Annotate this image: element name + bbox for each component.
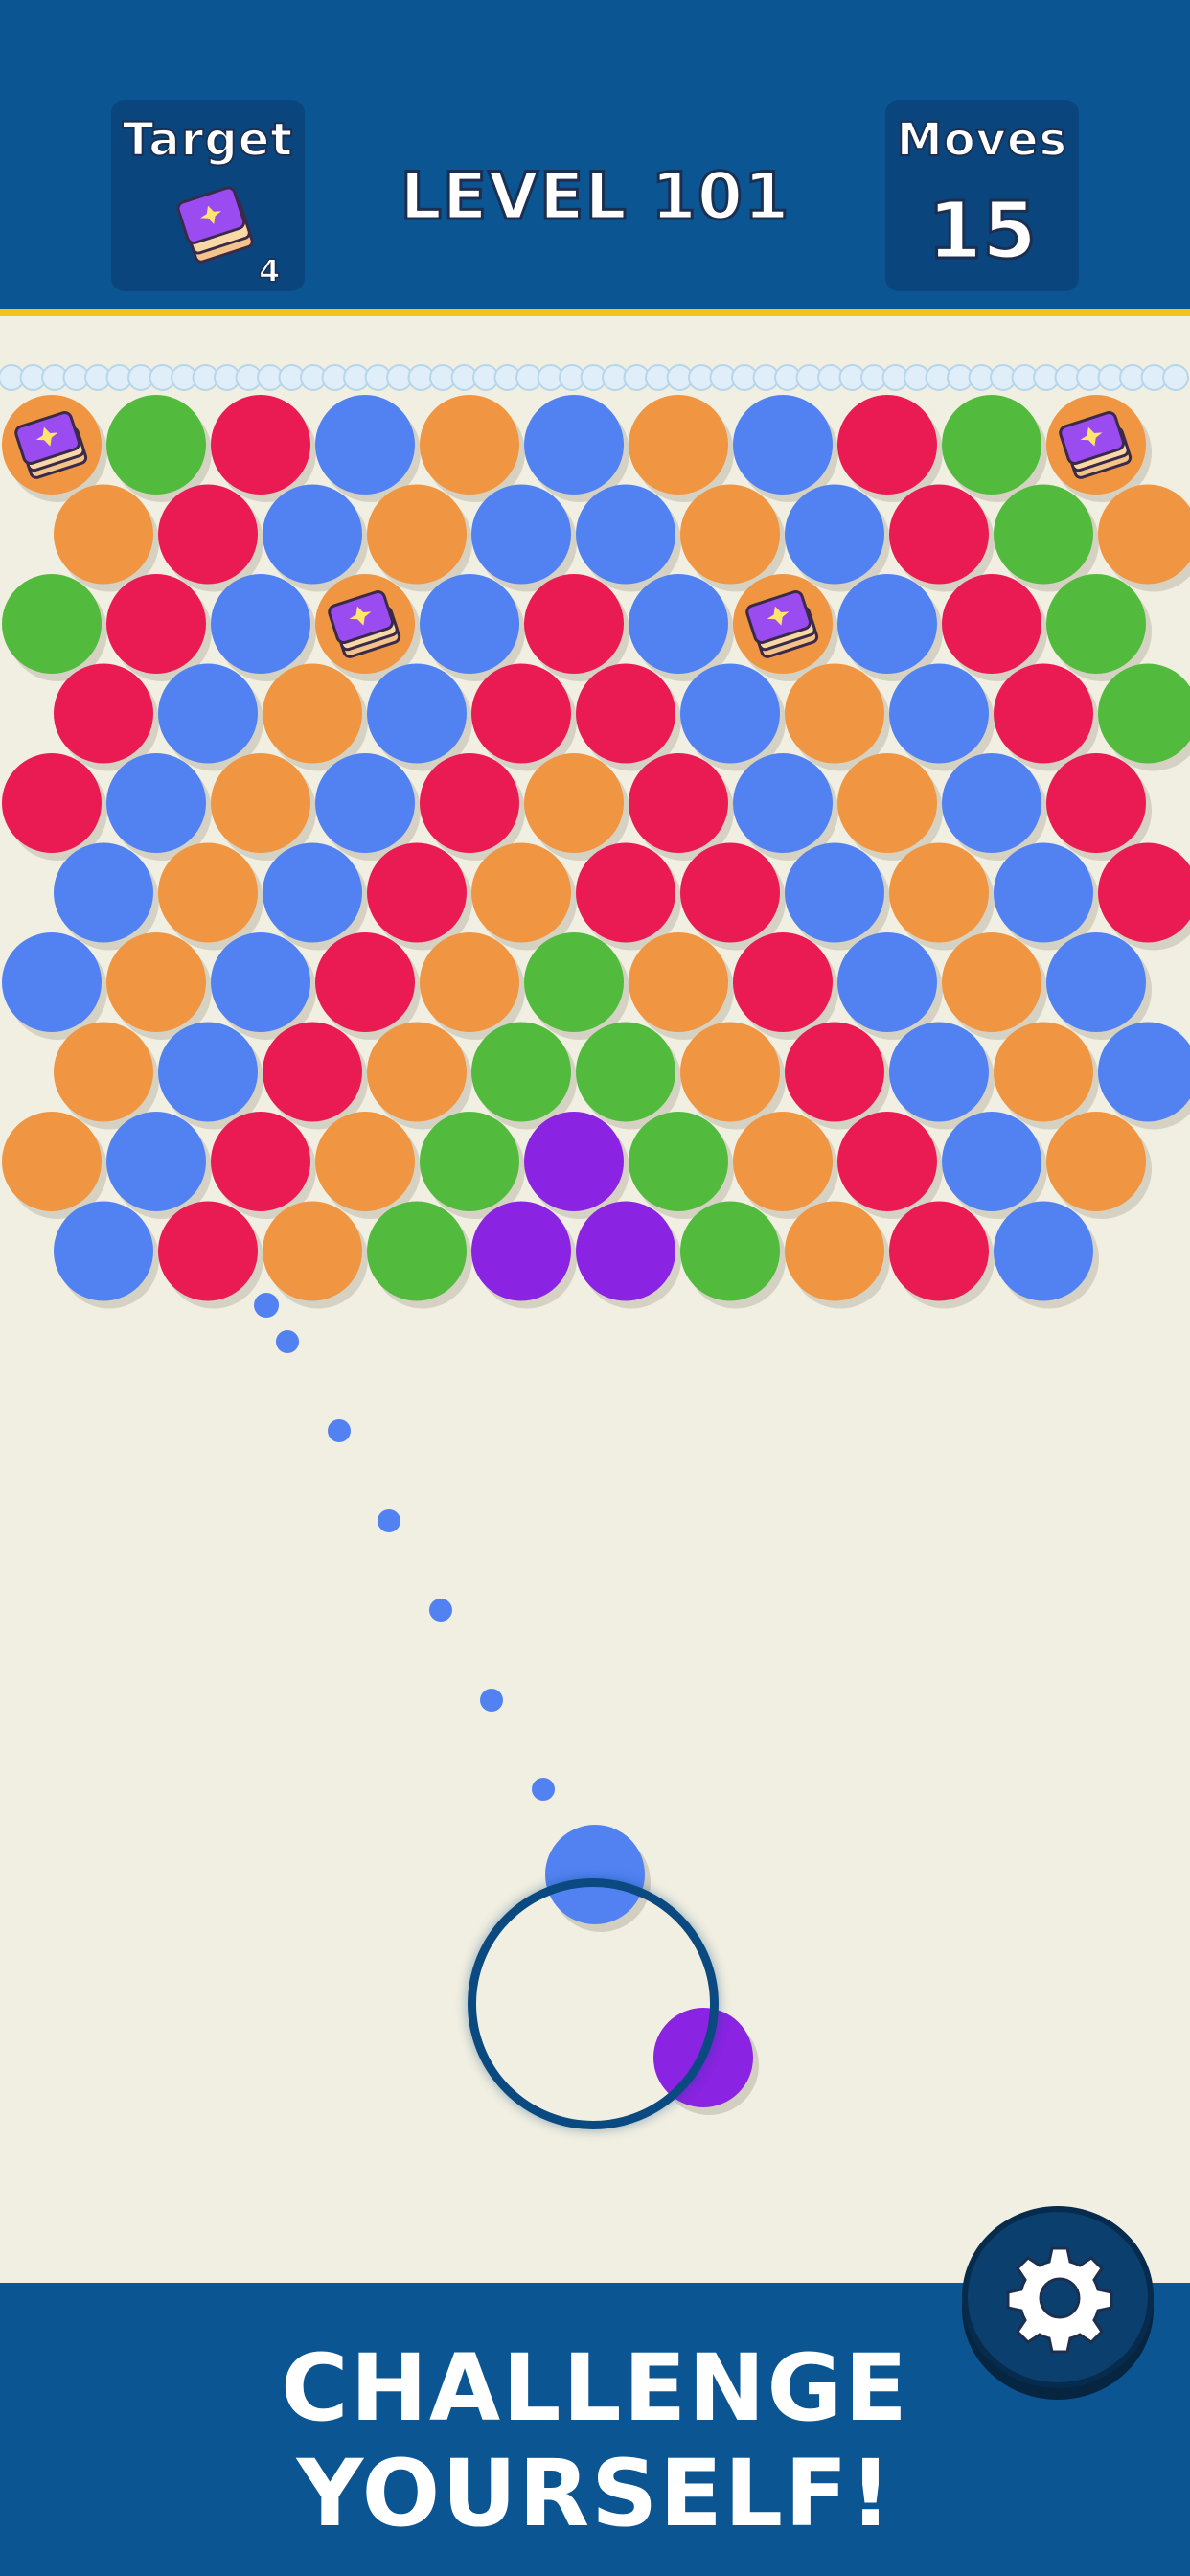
orange-bubble (54, 1022, 159, 1130)
gear-icon (1006, 2246, 1113, 2354)
blue-bubble (158, 1022, 263, 1130)
aim-guide (254, 1293, 555, 1801)
top-bar: Target 4 LEVEL 101 Moves 15 (0, 0, 1190, 309)
red-bubble (889, 1201, 995, 1309)
moves-value: 15 (926, 185, 1038, 279)
aim-dot (429, 1598, 452, 1622)
orange-bubble (889, 842, 995, 951)
red-bubble (1098, 842, 1190, 951)
blue-bubble (680, 663, 786, 771)
aim-dot (480, 1689, 503, 1712)
red-bubble (54, 663, 159, 771)
orange-bubble (263, 663, 368, 771)
orange-bubble (785, 663, 890, 771)
aim-dot (276, 1330, 299, 1353)
blue-bubble (889, 1022, 995, 1130)
green-bubble (471, 1022, 577, 1130)
orange-bubble (54, 484, 159, 592)
blue-bubble (994, 842, 1099, 951)
orange-bubble (680, 1022, 786, 1130)
aim-dot (254, 1293, 279, 1318)
ceiling-bubbles (0, 364, 1189, 391)
blue-bubble (263, 842, 368, 951)
red-bubble (263, 1022, 368, 1130)
bubble-grid (2, 395, 1190, 1309)
red-bubble (785, 1022, 890, 1130)
purple-bubble (471, 1201, 577, 1309)
blue-bubble (54, 1201, 159, 1309)
blue-bubble (889, 663, 995, 771)
blue-bubble (367, 663, 472, 771)
orange-bubble (367, 484, 472, 592)
blue-bubble (471, 484, 577, 592)
orange-bubble (471, 842, 577, 951)
aim-dot (328, 1419, 351, 1442)
header-divider (0, 309, 1190, 316)
orange-bubble (158, 842, 263, 951)
green-bubble (576, 1022, 681, 1130)
blue-bubble (263, 484, 368, 592)
shooter-ring[interactable] (468, 1878, 719, 2129)
target-label: Target (122, 112, 294, 168)
ceiling-bubble (1162, 364, 1189, 391)
blue-bubble (158, 663, 263, 771)
red-bubble (367, 842, 472, 951)
target-count: 4 (258, 252, 281, 290)
red-bubble (158, 484, 263, 592)
red-bubble (158, 1201, 263, 1309)
green-bubble (994, 484, 1099, 592)
target-panel: Target 4 (111, 100, 305, 291)
purple-bubble (576, 1201, 681, 1309)
orange-bubble (680, 484, 786, 592)
blue-bubble (54, 842, 159, 951)
blue-bubble (1098, 1022, 1190, 1130)
red-bubble (576, 842, 681, 951)
blue-bubble (785, 842, 890, 951)
orange-bubble (994, 1022, 1099, 1130)
aim-dot (532, 1778, 555, 1801)
orange-bubble (1046, 1112, 1152, 1219)
moves-label: Moves (896, 112, 1068, 168)
red-bubble (994, 663, 1099, 771)
orange-bubble (263, 1201, 368, 1309)
settings-button[interactable] (962, 2206, 1154, 2388)
red-bubble (680, 842, 786, 951)
green-bubble (1098, 663, 1190, 771)
orange-bubble (367, 1022, 472, 1130)
orange-bubble (1098, 484, 1190, 592)
green-bubble (367, 1201, 472, 1309)
level-title: LEVEL 101 (399, 158, 790, 237)
blue-bubble (576, 484, 681, 592)
red-bubble (889, 484, 995, 592)
spell-book-icon (176, 186, 254, 264)
moves-panel: Moves 15 (885, 100, 1079, 291)
promo-line-2: YOURSELF! (296, 2440, 894, 2547)
blue-bubble (785, 484, 890, 592)
orange-bubble (785, 1201, 890, 1309)
aim-dot (378, 1509, 400, 1532)
red-bubble (576, 663, 681, 771)
blue-bubble (994, 1201, 1099, 1309)
red-bubble (471, 663, 577, 771)
green-bubble (680, 1201, 786, 1309)
